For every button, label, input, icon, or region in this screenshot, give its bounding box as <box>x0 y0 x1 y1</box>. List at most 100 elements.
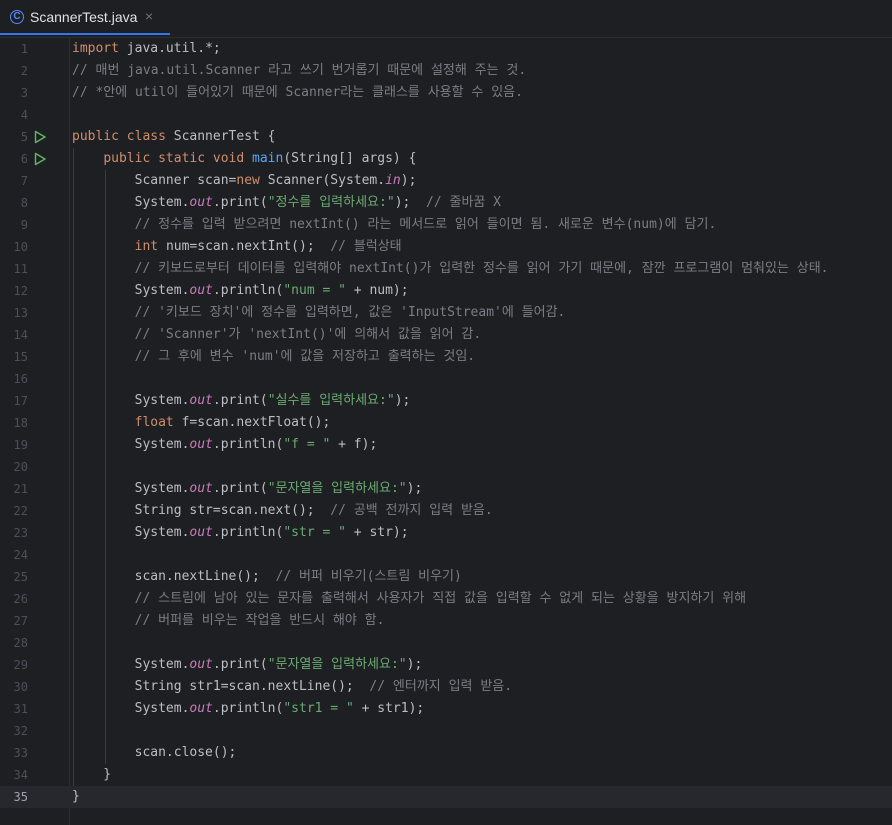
run-gutter-icon[interactable] <box>33 130 47 144</box>
code-line[interactable]: 20 <box>0 456 892 478</box>
code-text: String str1=scan.nextLine(); // 엔터까지 입력 … <box>72 679 513 694</box>
line-number: 10 <box>13 240 28 254</box>
code-text: // 'Scanner'가 'nextInt()'에 의해서 값을 읽어 감. <box>134 327 482 342</box>
code-text: System.out.println("str = " + str); <box>72 525 409 540</box>
line-number: 22 <box>13 504 28 518</box>
code-text: float f=scan.nextFloat(); <box>134 415 331 430</box>
line-number: 16 <box>13 372 28 386</box>
code-text: System.out.print("문자열을 입력하세요:"); <box>72 481 423 496</box>
code-line[interactable]: 3 // *안에 util이 들어있기 때문에 Scanner라는 클래스를 사용… <box>0 82 892 104</box>
code-text: System.out.print("정수를 입력하세요:"); // 줄바꿈 X <box>72 195 502 210</box>
code-line[interactable]: 12 System.out.println("num = " + num); <box>0 280 892 302</box>
code-text: // 매번 java.util.Scanner 라고 쓰기 번거롭기 때문에 설… <box>72 63 527 78</box>
code-line[interactable]: 24 <box>0 544 892 566</box>
code-editor[interactable]: 1 import java.util.*; 2 // 매번 java.util.Sca… <box>0 38 892 825</box>
code-line[interactable]: 2 // 매번 java.util.Scanner 라고 쓰기 번거롭기 때문에 … <box>0 60 892 82</box>
line-number: 4 <box>20 108 28 122</box>
line-number: 18 <box>13 416 28 430</box>
code-line[interactable]: 33 scan.close(); <box>0 742 892 764</box>
line-number: 17 <box>13 394 28 408</box>
line-number: 14 <box>13 328 28 342</box>
code-line[interactable]: 16 <box>0 368 892 390</box>
code-line[interactable]: 34 } <box>0 764 892 786</box>
line-number: 31 <box>13 702 28 716</box>
line-number: 7 <box>20 174 28 188</box>
run-gutter-icon[interactable] <box>33 152 47 166</box>
code-text: scan.close(); <box>72 745 237 760</box>
line-number: 23 <box>13 526 28 540</box>
line-number: 15 <box>13 350 28 364</box>
code-line[interactable]: 15 // 그 후에 변수 'num'에 값을 저장하고 출력하는 것임. <box>0 346 892 368</box>
code-text: public class ScannerTest { <box>72 129 276 144</box>
tab-file-name: ScannerTest.java <box>30 9 138 25</box>
code-line[interactable]: 22 String str=scan.next(); // 공백 전까지 입력 … <box>0 500 892 522</box>
indent-guide <box>73 148 74 786</box>
code-line[interactable]: 21 System.out.print("문자열을 입력하세요:"); <box>0 478 892 500</box>
line-number: 21 <box>13 482 28 496</box>
code-text: System.out.println("f = " + f); <box>72 437 378 452</box>
code-line[interactable]: 13 // '키보드 장치'에 정수를 입력하면, 값은 'InputStrea… <box>0 302 892 324</box>
code-line[interactable]: 18 float f=scan.nextFloat(); <box>0 412 892 434</box>
code-line[interactable]: 30 String str1=scan.nextLine(); // 엔터까지 … <box>0 676 892 698</box>
line-number: 19 <box>13 438 28 452</box>
code-text: scan.nextLine(); // 버퍼 비우기(스트림 비우기) <box>72 569 462 584</box>
code-line[interactable]: 8 System.out.print("정수를 입력하세요:"); // 줄바꿈… <box>0 192 892 214</box>
code-text: System.out.print("실수를 입력하세요:"); <box>72 393 411 408</box>
code-line[interactable]: 7 Scanner scan=new Scanner(System.in); <box>0 170 892 192</box>
code-text: System.out.print("문자열을 입력하세요:"); <box>72 657 423 672</box>
code-line[interactable]: 10 int num=scan.nextInt(); // 블럭상태 <box>0 236 892 258</box>
code-line[interactable]: 9 // 정수를 입력 받으려면 nextInt() 라는 메서드로 읽어 들이… <box>0 214 892 236</box>
line-number: 5 <box>20 130 28 144</box>
line-number: 28 <box>13 636 28 650</box>
code-line[interactable]: 29 System.out.print("문자열을 입력하세요:"); <box>0 654 892 676</box>
code-line[interactable]: 17 System.out.print("실수를 입력하세요:"); <box>0 390 892 412</box>
line-number: 34 <box>13 768 28 782</box>
code-text: } <box>72 789 80 804</box>
code-line[interactable]: 35} <box>0 786 892 808</box>
code-text: public static void main(String[] args) { <box>103 151 417 166</box>
code-text: // 키보드로부터 데이터를 입력해야 nextInt()가 입력한 정수를 읽… <box>134 261 829 276</box>
line-number: 29 <box>13 658 28 672</box>
code-text: // 그 후에 변수 'num'에 값을 저장하고 출력하는 것임. <box>134 349 476 364</box>
code-line[interactable]: 1 import java.util.*; <box>0 38 892 60</box>
code-text: int num=scan.nextInt(); // 블럭상태 <box>134 239 402 254</box>
code-line[interactable]: 4 <box>0 104 892 126</box>
code-line[interactable]: 19 System.out.println("f = " + f); <box>0 434 892 456</box>
code-text: // '키보드 장치'에 정수를 입력하면, 값은 'InputStream'에… <box>134 305 566 320</box>
code-line[interactable]: 23 System.out.println("str = " + str); <box>0 522 892 544</box>
code-text: // *안에 util이 들어있기 때문에 Scanner라는 클래스를 사용할… <box>72 85 523 100</box>
code-text: import java.util.*; <box>72 41 221 56</box>
line-number: 1 <box>20 42 28 56</box>
line-number: 26 <box>13 592 28 606</box>
line-number: 24 <box>13 548 28 562</box>
code-text: } <box>72 767 112 782</box>
code-text: System.out.println("str1 = " + str1); <box>72 701 425 716</box>
code-line[interactable]: 5 public class ScannerTest { <box>0 126 892 148</box>
code-text: // 스트림에 남아 있는 문자를 출력해서 사용자가 직접 값을 입력할 수 … <box>134 591 747 606</box>
line-number: 35 <box>13 790 28 804</box>
code-text: // 정수를 입력 받으려면 nextInt() 라는 메서드로 읽어 들이면 … <box>134 217 717 232</box>
code-line[interactable]: 11 // 키보드로부터 데이터를 입력해야 nextInt()가 입력한 정수… <box>0 258 892 280</box>
code-line[interactable]: 25 scan.nextLine(); // 버퍼 비우기(스트림 비우기) <box>0 566 892 588</box>
code-line[interactable]: 6 public static void main(String[] args)… <box>0 148 892 170</box>
code-line[interactable]: 26 // 스트림에 남아 있는 문자를 출력해서 사용자가 직접 값을 입력할… <box>0 588 892 610</box>
indent-guide <box>104 170 106 764</box>
code-line[interactable]: 27 // 버퍼를 비우는 작업을 반드시 해야 함. <box>0 610 892 632</box>
line-number: 25 <box>13 570 28 584</box>
code-line[interactable]: 28 <box>0 632 892 654</box>
line-number: 33 <box>13 746 28 760</box>
code-line[interactable]: 32 <box>0 720 892 742</box>
line-number: 20 <box>13 460 28 474</box>
tab-scannertest-java[interactable]: C ScannerTest.java × <box>0 0 170 35</box>
editor-tab-bar: C ScannerTest.java × <box>0 0 892 38</box>
code-text: Scanner scan=new Scanner(System.in); <box>72 173 417 188</box>
line-number: 6 <box>20 152 28 166</box>
code-line[interactable]: 31 System.out.println("str1 = " + str1); <box>0 698 892 720</box>
java-class-icon: C <box>10 10 24 24</box>
close-icon[interactable]: × <box>145 8 159 24</box>
line-number: 13 <box>13 306 28 320</box>
line-number: 12 <box>13 284 28 298</box>
code-text: // 버퍼를 비우는 작업을 반드시 해야 함. <box>134 613 385 628</box>
code-line[interactable]: 14 // 'Scanner'가 'nextInt()'에 의해서 값을 읽어 … <box>0 324 892 346</box>
code-text: String str=scan.next(); // 공백 전까지 입력 받음. <box>72 503 493 518</box>
